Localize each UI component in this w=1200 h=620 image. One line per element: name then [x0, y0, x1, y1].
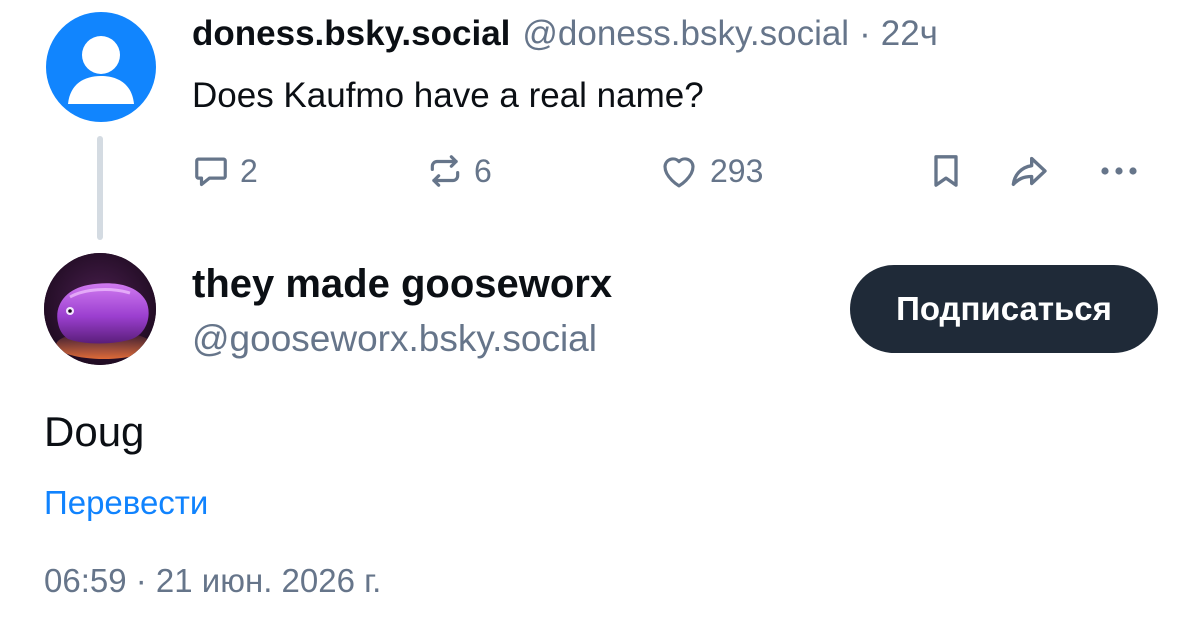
- parent-post-time[interactable]: 22ч: [881, 14, 938, 54]
- parent-post-actions: 2 6 293: [0, 146, 1200, 196]
- parent-avatar[interactable]: [46, 12, 156, 122]
- header-separator: ·: [859, 14, 871, 53]
- more-icon: [1101, 167, 1137, 175]
- comment-icon: [195, 157, 227, 187]
- share-icon: [1011, 156, 1047, 186]
- like-button[interactable]: 293: [658, 146, 763, 196]
- share-button[interactable]: [1008, 146, 1052, 196]
- creature-avatar-icon: [44, 253, 156, 365]
- main-display-name[interactable]: they made gooseworx: [192, 258, 612, 310]
- bookmark-icon: [934, 155, 958, 187]
- reply-button[interactable]: 2: [192, 146, 258, 196]
- follow-button[interactable]: Подписаться: [850, 265, 1158, 353]
- like-count: 293: [710, 152, 764, 189]
- default-avatar-icon: [68, 36, 134, 104]
- main-avatar[interactable]: [44, 253, 156, 365]
- more-options-button[interactable]: [1096, 146, 1142, 196]
- main-handle[interactable]: @gooseworx.bsky.social: [192, 314, 597, 364]
- main-post-text: Doug: [44, 408, 145, 455]
- heart-icon: [663, 157, 695, 188]
- parent-display-name[interactable]: doness.bsky.social: [192, 14, 510, 54]
- bookmark-button[interactable]: [926, 146, 966, 196]
- reply-count: 2: [240, 152, 258, 189]
- post-timestamp: 06:59 · 21 июн. 2026 г.: [44, 562, 382, 599]
- parent-handle[interactable]: @doness.bsky.social: [522, 14, 849, 54]
- repost-count: 6: [474, 152, 492, 189]
- parent-post-text: Does Kaufmo have a real name?: [192, 76, 704, 115]
- parent-post-header: doness.bsky.social @doness.bsky.social ·…: [192, 10, 938, 58]
- translate-link[interactable]: Перевести: [44, 480, 208, 526]
- repost-icon: [430, 155, 460, 187]
- repost-button[interactable]: 6: [426, 146, 492, 196]
